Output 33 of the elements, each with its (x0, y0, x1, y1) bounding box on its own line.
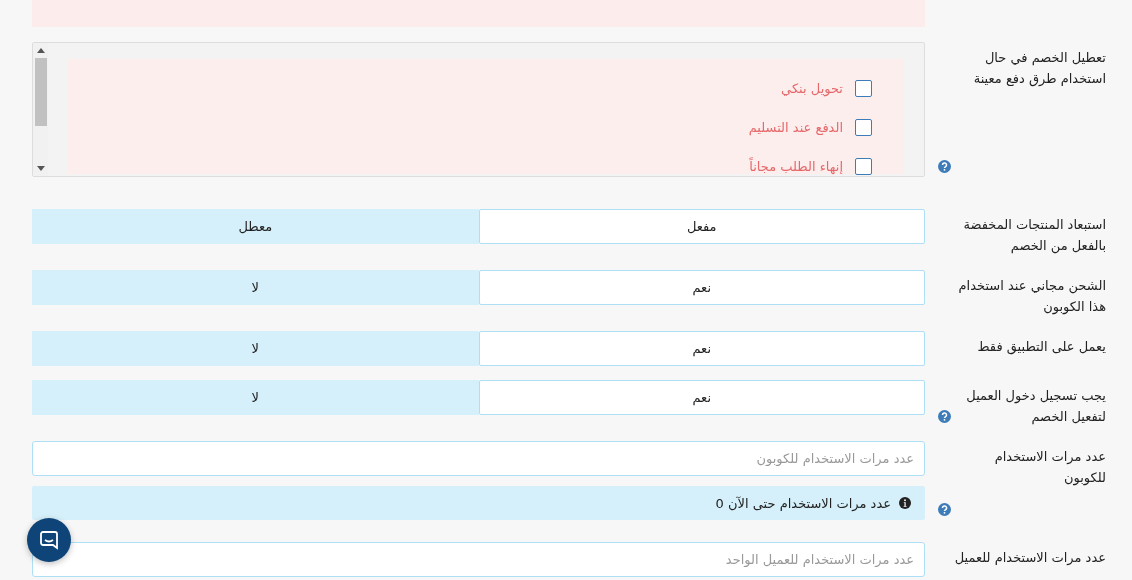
chat-icon (39, 530, 59, 550)
usage-count-text: عدد مرات الاستخدام حتى الآن 0 (715, 495, 891, 511)
chat-launcher-button[interactable] (27, 518, 71, 562)
field-label: يجب تسجيل دخول العميل لتفعيل الخصم (965, 387, 1106, 427)
checkbox[interactable] (855, 119, 872, 136)
toggle-option[interactable]: نعم (478, 270, 925, 305)
checkbox[interactable] (855, 158, 872, 175)
toggle-option[interactable]: لا (32, 380, 479, 415)
scroll-down-icon[interactable] (36, 166, 45, 171)
scrollbar[interactable] (33, 43, 48, 176)
input-field[interactable]: عدد مرات الاستخدام للكوبون (32, 441, 925, 476)
toggle-option[interactable]: مفعل (478, 209, 925, 244)
field-label: استبعاد المنتجات المخفضة بالفعل من الخصم (962, 216, 1106, 256)
help-icon[interactable] (938, 410, 951, 423)
help-icon[interactable] (938, 503, 951, 516)
option-label: الدفع عند التسليم (748, 120, 843, 135)
toggle-option[interactable]: معطل (32, 209, 479, 244)
help-icon[interactable] (938, 160, 951, 173)
info-icon (899, 497, 911, 509)
scroll-up-icon[interactable] (36, 48, 45, 53)
toggle-option[interactable]: نعم (478, 331, 925, 366)
field-label: يعمل على التطبيق فقط (977, 338, 1106, 357)
input-field[interactable]: عدد مرات الاستخدام للعميل الواحد (32, 542, 925, 577)
toggle-option[interactable]: نعم (478, 380, 925, 415)
field-label: عدد مرات الاستخدام للعميل (954, 549, 1106, 567)
field-label: عدد مرات الاستخدام للكوبون (993, 448, 1106, 488)
toggle-option[interactable]: لا (32, 331, 479, 366)
option-label: تحويل بنكي (781, 81, 843, 96)
toggle-option[interactable]: لا (32, 270, 479, 305)
option-label: إنهاء الطلب مجاناً (749, 159, 843, 174)
field-label: تعطيل الخصم في حال استخدام طرق دفع معينة (972, 49, 1106, 89)
checkbox[interactable] (855, 80, 872, 97)
field-label: الشحن مجاني عند استخدام هذا الكوبون (957, 277, 1106, 317)
